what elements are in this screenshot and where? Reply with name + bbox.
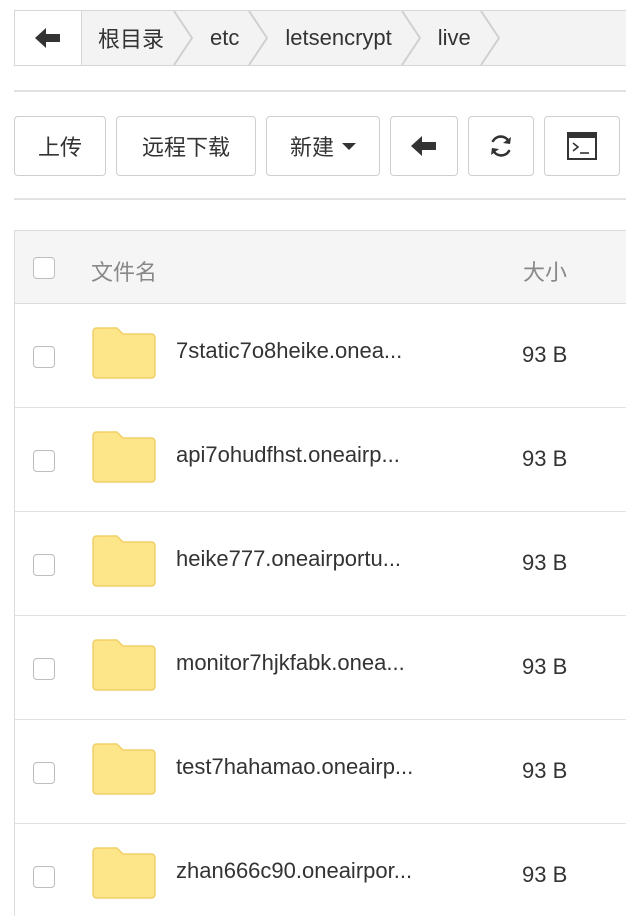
file-name[interactable]: 7static7o8heike.onea... bbox=[176, 338, 402, 364]
refresh-icon bbox=[491, 135, 511, 157]
table-row[interactable]: test7hahamao.oneairp... 93 B bbox=[15, 720, 626, 824]
breadcrumb-back-button[interactable] bbox=[15, 11, 82, 65]
back-button[interactable] bbox=[390, 116, 458, 176]
file-name[interactable]: api7ohudfhst.oneairp... bbox=[176, 442, 400, 468]
new-button-label: 新建 bbox=[289, 135, 334, 160]
folder-icon bbox=[92, 327, 156, 379]
file-name[interactable]: test7hahamao.oneairp... bbox=[176, 754, 413, 780]
file-name[interactable]: zhan666c90.oneairpor... bbox=[176, 858, 412, 884]
chevron-separator-icon bbox=[400, 11, 421, 65]
chevron-separator-icon bbox=[173, 11, 194, 65]
breadcrumb-label: etc bbox=[210, 25, 240, 50]
file-size: 93 B bbox=[522, 862, 568, 887]
column-header-name[interactable]: 文件名 bbox=[91, 255, 157, 287]
terminal-button[interactable] bbox=[544, 116, 620, 176]
remote-download-button-label: 远程下载 bbox=[141, 135, 230, 160]
select-all-checkbox[interactable] bbox=[33, 257, 55, 279]
file-name[interactable]: monitor7hjkfabk.onea... bbox=[176, 650, 405, 676]
breadcrumb-item-etc[interactable]: etc bbox=[194, 11, 269, 65]
file-size: 93 B bbox=[522, 654, 568, 679]
table-row[interactable]: zhan666c90.oneairpor... 93 B bbox=[15, 824, 626, 916]
arrow-left-icon bbox=[35, 28, 60, 48]
chevron-separator-icon bbox=[479, 11, 500, 65]
row-checkbox[interactable] bbox=[33, 554, 55, 576]
row-checkbox[interactable] bbox=[33, 762, 55, 784]
upload-button-label: 上传 bbox=[37, 135, 82, 160]
breadcrumb-item-live[interactable]: live bbox=[422, 11, 501, 65]
column-header-size[interactable]: 大小 bbox=[523, 255, 567, 287]
row-checkbox[interactable] bbox=[33, 866, 55, 888]
upload-button[interactable]: 上传 bbox=[14, 116, 106, 176]
new-dropdown-button[interactable]: 新建 bbox=[266, 116, 380, 176]
folder-icon bbox=[92, 535, 156, 587]
remote-download-button[interactable]: 远程下载 bbox=[116, 116, 256, 176]
table-row[interactable]: heike777.oneairportu... 93 B bbox=[15, 512, 626, 616]
file-size: 93 B bbox=[522, 550, 568, 575]
row-checkbox[interactable] bbox=[33, 658, 55, 680]
caret-down-icon bbox=[342, 142, 356, 150]
refresh-button[interactable] bbox=[468, 116, 534, 176]
breadcrumb-label: live bbox=[437, 25, 471, 50]
terminal-icon bbox=[567, 132, 597, 160]
table-row[interactable]: monitor7hjkfabk.onea... 93 B bbox=[15, 616, 626, 720]
breadcrumb-item-letsencrypt[interactable]: letsencrypt bbox=[269, 11, 421, 65]
divider bbox=[14, 90, 626, 92]
file-size: 93 B bbox=[522, 446, 568, 471]
file-size: 93 B bbox=[522, 342, 568, 367]
file-name[interactable]: heike777.oneairportu... bbox=[176, 546, 401, 572]
file-size: 93 B bbox=[522, 758, 568, 783]
file-table: 文件名 大小 7static7o8heike.onea... 93 B api7… bbox=[14, 230, 626, 916]
breadcrumb: 根目录 etc letsencrypt live bbox=[14, 10, 626, 66]
folder-icon bbox=[92, 431, 156, 483]
folder-icon bbox=[92, 743, 156, 795]
row-checkbox[interactable] bbox=[33, 346, 55, 368]
folder-icon bbox=[92, 847, 156, 899]
breadcrumb-label: letsencrypt bbox=[285, 25, 392, 50]
arrow-left-icon bbox=[411, 136, 436, 156]
chevron-separator-icon bbox=[248, 11, 269, 65]
table-row[interactable]: api7ohudfhst.oneairp... 93 B bbox=[15, 408, 626, 512]
table-row[interactable]: 7static7o8heike.onea... 93 B bbox=[15, 304, 626, 408]
table-header: 文件名 大小 bbox=[15, 231, 626, 304]
breadcrumb-item-root[interactable]: 根目录 bbox=[82, 11, 194, 65]
breadcrumb-label: 根目录 bbox=[98, 27, 165, 52]
row-checkbox[interactable] bbox=[33, 450, 55, 472]
divider bbox=[14, 198, 626, 200]
folder-icon bbox=[92, 639, 156, 691]
